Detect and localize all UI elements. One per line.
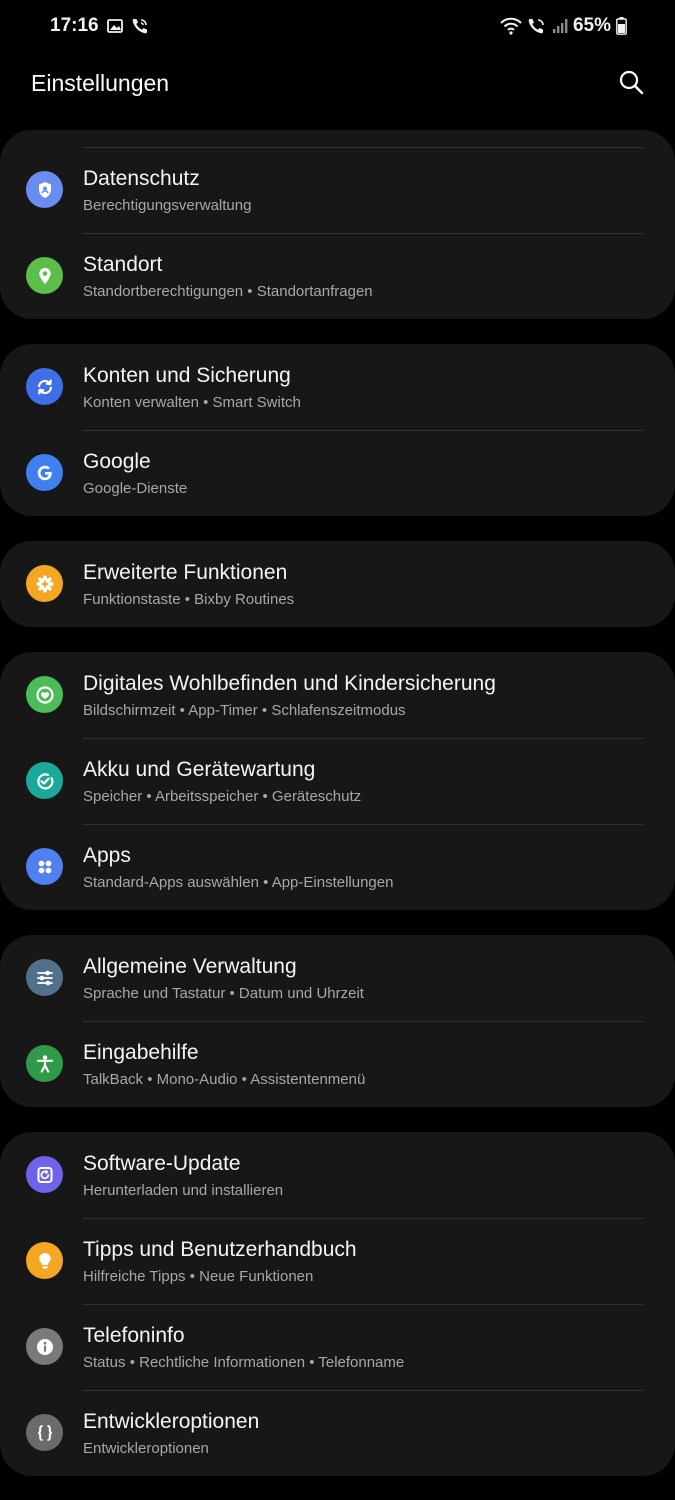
settings-item-datenschutz[interactable]: Datenschutz Berechtigungsverwaltung	[0, 147, 675, 233]
settings-item-subtitle: Entwickleroptionen	[83, 1440, 209, 1457]
settings-item-title: Apps	[83, 844, 131, 867]
device-care-icon	[26, 762, 63, 799]
page-title: Einstellungen	[31, 70, 170, 96]
settings-item-subtitle: Herunterladen und installieren	[83, 1182, 284, 1199]
battery-icon	[616, 17, 627, 35]
settings-item-title: Erweiterte Funktionen	[83, 561, 288, 584]
settings-item-subtitle: Standortberechtigungen • Standortanfrage…	[83, 283, 373, 300]
settings-item-title: Entwickleroptionen	[83, 1410, 260, 1433]
status-right: 65%	[500, 15, 627, 37]
app-header: Einstellungen	[0, 56, 675, 116]
settings-item-subtitle: Hilfreiche Tipps • Neue Funktionen	[83, 1268, 314, 1285]
settings-item-subtitle: Sprache und Tastatur • Datum und Uhrzeit	[83, 985, 364, 1002]
accessibility-icon	[26, 1045, 63, 1082]
settings-item-subtitle: Google-Dienste	[83, 480, 188, 497]
gear-plus-icon	[26, 565, 63, 602]
settings-item-subtitle: TalkBack • Mono-Audio • Assistentenmenü	[83, 1071, 366, 1088]
wifi-calling-icon	[527, 17, 547, 35]
status-time: 17:16	[50, 15, 99, 36]
settings-item-subtitle: Speicher • Arbeitsspeicher • Geräteschut…	[83, 788, 362, 805]
settings-item-title: Datenschutz	[83, 167, 200, 190]
settings-item-standort[interactable]: Standort Standortberechtigungen • Stando…	[0, 233, 675, 319]
google-icon	[26, 454, 63, 491]
sliders-icon	[26, 959, 63, 996]
apps-grid-icon	[26, 848, 63, 885]
braces-icon	[26, 1414, 63, 1451]
settings-item-title: Akku und Gerätewartung	[83, 758, 316, 781]
software-update-icon	[26, 1156, 63, 1193]
info-icon	[26, 1328, 63, 1365]
settings-item-title: Tipps und Benutzerhandbuch	[83, 1238, 357, 1261]
wifi-icon	[500, 17, 522, 35]
divider	[83, 1021, 643, 1022]
settings-item-tipps[interactable]: Tipps und Benutzerhandbuch Hilfreiche Ti…	[0, 1218, 675, 1304]
settings-group-device: Digitales Wohlbefinden und Kindersicheru…	[0, 652, 675, 910]
divider	[83, 1304, 643, 1305]
status-bar: 17:16 65%	[0, 0, 675, 56]
settings-item-subtitle: Konten verwalten • Smart Switch	[83, 394, 301, 411]
heart-circle-icon	[26, 676, 63, 713]
settings-item-title: Eingabehilfe	[83, 1041, 199, 1064]
settings-item-digitales-wohlbefinden[interactable]: Digitales Wohlbefinden und Kindersicheru…	[0, 652, 675, 738]
settings-group-advanced: Erweiterte Funktionen Funktionstaste • B…	[0, 541, 675, 627]
settings-item-subtitle: Status • Rechtliche Informationen • Tele…	[83, 1354, 405, 1371]
settings-item-entwickleroptionen[interactable]: Entwickleroptionen Entwickleroptionen	[0, 1390, 675, 1476]
settings-item-title: Konten und Sicherung	[83, 364, 291, 387]
settings-item-subtitle: Bildschirmzeit • App-Timer • Schlafensze…	[83, 702, 406, 719]
settings-item-title: Standort	[83, 253, 163, 276]
settings-item-title: Software-Update	[83, 1152, 241, 1175]
settings-group-general: Allgemeine Verwaltung Sprache und Tastat…	[0, 935, 675, 1107]
divider	[83, 738, 643, 739]
privacy-shield-icon	[26, 171, 63, 208]
settings-item-eingabehilfe[interactable]: Eingabehilfe TalkBack • Mono-Audio • Ass…	[0, 1021, 675, 1107]
settings-item-allgemeine-verwaltung[interactable]: Allgemeine Verwaltung Sprache und Tastat…	[0, 935, 675, 1021]
settings-group-accounts: Konten und Sicherung Konten verwalten • …	[0, 344, 675, 516]
sync-icon	[26, 368, 63, 405]
lightbulb-icon	[26, 1242, 63, 1279]
settings-item-subtitle: Standard-Apps auswählen • App-Einstellun…	[83, 874, 394, 891]
settings-item-telefoninfo[interactable]: Telefoninfo Status • Rechtliche Informat…	[0, 1304, 675, 1390]
settings-group-privacy: Datenschutz Berechtigungsverwaltung Stan…	[0, 130, 675, 319]
divider	[83, 1218, 643, 1219]
settings-item-erweiterte-funktionen[interactable]: Erweiterte Funktionen Funktionstaste • B…	[0, 541, 675, 627]
settings-item-konten[interactable]: Konten und Sicherung Konten verwalten • …	[0, 344, 675, 430]
settings-item-apps[interactable]: Apps Standard-Apps auswählen • App-Einst…	[0, 824, 675, 910]
battery-percentage: 65%	[572, 15, 611, 36]
wifi-call-notification-icon	[131, 17, 149, 35]
settings-item-akku[interactable]: Akku und Gerätewartung Speicher • Arbeit…	[0, 738, 675, 824]
divider	[83, 824, 643, 825]
location-pin-icon	[26, 257, 63, 294]
settings-item-software-update[interactable]: Software-Update Herunterladen und instal…	[0, 1132, 675, 1218]
divider	[83, 233, 643, 234]
signal-icon	[552, 18, 568, 34]
settings-item-subtitle: Berechtigungsverwaltung	[83, 197, 252, 214]
settings-group-about: Software-Update Herunterladen und instal…	[0, 1132, 675, 1476]
settings-item-title: Allgemeine Verwaltung	[83, 955, 297, 978]
settings-item-title: Digitales Wohlbefinden und Kindersicheru…	[83, 672, 496, 695]
settings-item-subtitle: Funktionstaste • Bixby Routines	[83, 591, 295, 608]
divider	[83, 430, 643, 431]
settings-item-title: Google	[83, 450, 151, 473]
gallery-notification-icon	[106, 18, 123, 34]
divider	[83, 1390, 643, 1391]
status-left: 17:16	[50, 15, 149, 37]
settings-item-google[interactable]: Google Google-Dienste	[0, 430, 675, 516]
search-button[interactable]	[613, 66, 649, 102]
search-icon	[618, 69, 644, 100]
settings-item-title: Telefoninfo	[83, 1324, 185, 1347]
